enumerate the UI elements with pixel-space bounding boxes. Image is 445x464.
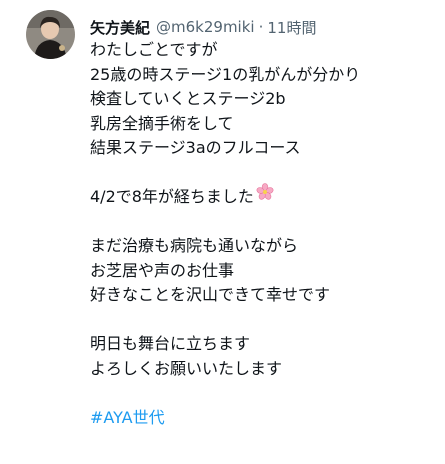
tweet-line: 25歳の時ステージ1の乳がんが分かり [90,64,361,84]
timestamp[interactable]: 11時間 [267,17,316,38]
tweet-text: わたしごとですが 25歳の時ステージ1の乳がんが分かり 検査していくとステージ2… [90,38,439,430]
tweet-line: 好きなことを沢山できて幸せです [90,285,331,304]
tweet-line: 明日も舞台に立ちます [90,334,251,353]
tweet-line: わたしごとですが [90,40,218,59]
avatar[interactable] [26,10,75,59]
cherry-blossom-icon [256,183,274,209]
tweet-line: 乳房全摘手術をして [90,113,234,133]
separator-dot: · [258,18,264,36]
tweet-line: よろしくお願いいたします [90,358,283,378]
tweet-line-with-emoji: 4/2で8年が経ちました [90,183,439,210]
tweet-line: 結果ステージ3aのフルコース [90,138,301,157]
author-name[interactable]: 矢方美紀 [90,17,150,38]
tweet-line: 4/2で8年が経ちました [90,187,254,206]
tweet-line: まだ治療も病院も通いながら [90,236,299,255]
tweet-line: 検査していくとステージ2b [90,89,286,108]
tweet-header: 矢方美紀 @m6k29miki · 11時間 [90,14,437,40]
author-handle[interactable]: @m6k29miki [156,18,255,36]
hashtag-link[interactable]: #AYA世代 [90,406,439,431]
tweet: 矢方美紀 @m6k29miki · 11時間 わたしごとですが 25歳の時ステー… [0,0,445,464]
tweet-line: お芝居や声のお仕事 [90,260,235,280]
